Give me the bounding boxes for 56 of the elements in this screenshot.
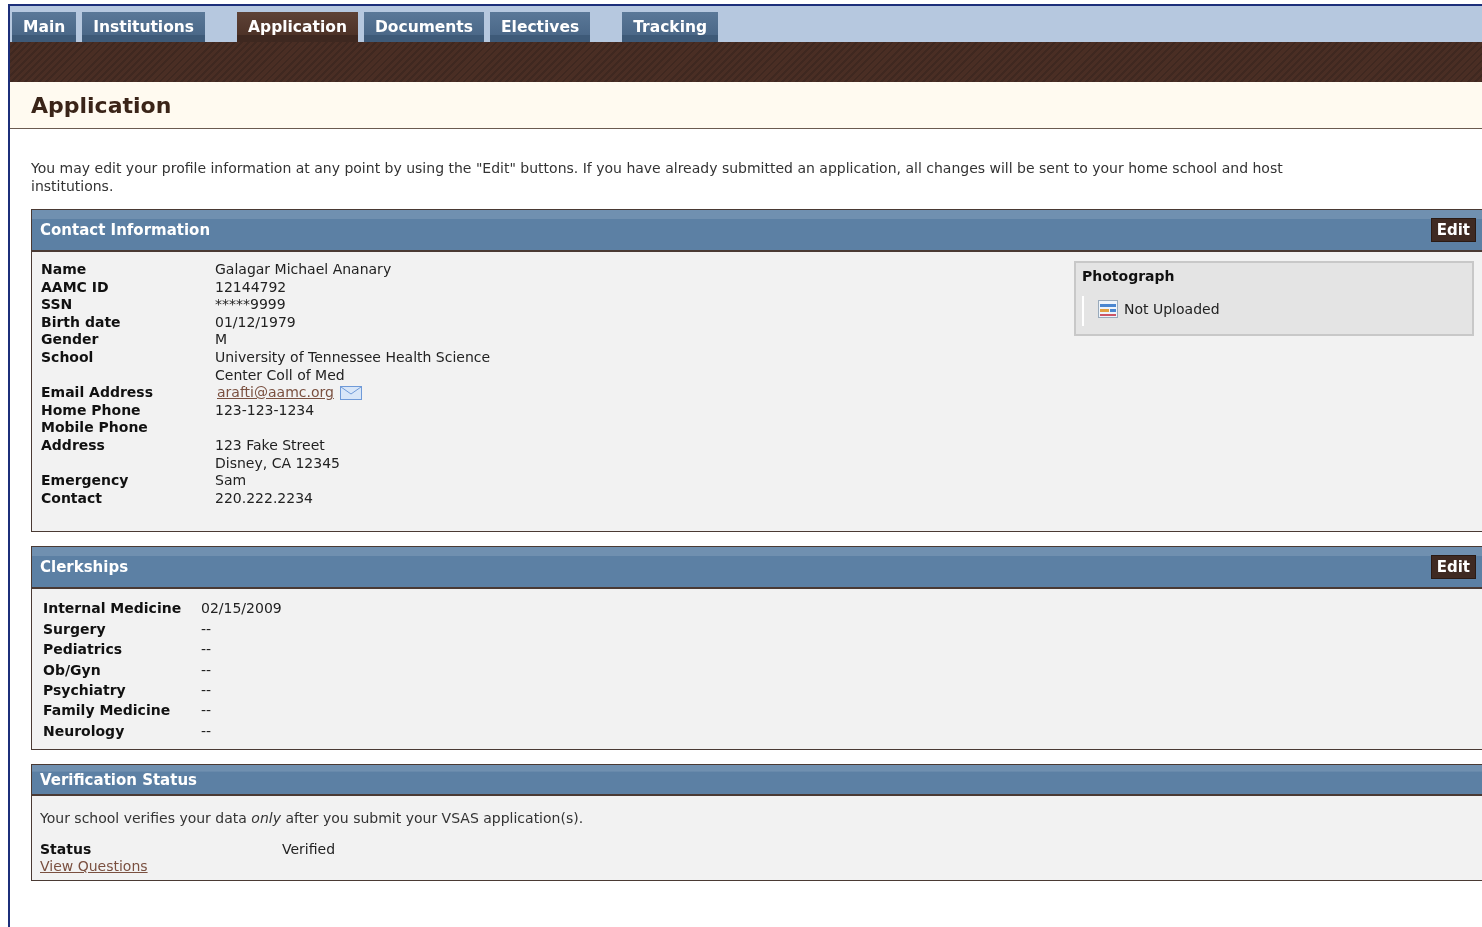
- nav-tab[interactable]: Main: [12, 12, 77, 42]
- nav-tab[interactable]: Documents: [363, 12, 484, 42]
- clerkship-date: --: [201, 619, 213, 639]
- field-value: 12144792: [215, 278, 287, 295]
- nav-tab[interactable]: Tracking: [622, 12, 719, 42]
- status-value: Verified: [282, 840, 336, 859]
- clerkship-name: Ob/Gyn: [43, 660, 102, 680]
- photo-status: Not Uploaded: [1124, 301, 1220, 317]
- field-value: M: [215, 331, 228, 348]
- field-label: Emergency Contact: [41, 472, 129, 506]
- clerkship-name: Internal Medicine: [43, 599, 183, 619]
- page-title: Application: [31, 92, 172, 118]
- email-link[interactable]: arafti@aamc.org: [217, 384, 334, 402]
- field-label: Home Phone: [41, 401, 141, 418]
- clerkship-date: 02/15/2009: [201, 599, 282, 619]
- field-label: Mobile Phone: [41, 419, 148, 436]
- field-value: 123 Fake Street Disney, CA 12345: [215, 436, 340, 471]
- field-label: Email Address: [41, 384, 153, 401]
- edit-button[interactable]: Edit: [1430, 555, 1476, 580]
- view-questions-link[interactable]: View Questions: [40, 858, 148, 875]
- field-label: School: [41, 348, 94, 365]
- field-label: Birth date: [41, 313, 121, 330]
- clerkship-date: --: [201, 701, 213, 721]
- clerkship-name: Family Medicine: [43, 701, 172, 721]
- clerkship-date: --: [201, 721, 213, 741]
- photograph-title: Photograph: [1082, 268, 1176, 284]
- field-label: Gender: [41, 331, 99, 348]
- nav-tab[interactable]: Institutions: [82, 12, 206, 42]
- nav-tab[interactable]: Application: [237, 12, 358, 42]
- mail-icon[interactable]: [339, 385, 362, 400]
- field-value: 01/12/1979: [215, 313, 296, 330]
- clerkship-name: Psychiatry: [43, 680, 127, 700]
- nav-tab[interactable]: Electives: [490, 12, 591, 42]
- field-value: Galagar Michael Ananary: [215, 261, 392, 277]
- clerkship-name: Neurology: [43, 721, 126, 741]
- section-title: Clerkships: [40, 558, 129, 577]
- field-value: University of Tennessee Health Science Center Coll of Med: [215, 348, 491, 383]
- clerkship-date: --: [201, 680, 213, 700]
- verification-note: Your school verifies your data only after you submit your VSAS application(s).: [40, 810, 585, 827]
- edit-button[interactable]: Edit: [1430, 218, 1476, 242]
- section-title: Contact Information: [40, 221, 211, 239]
- intro-text: You may edit your profile information at any point by using the "Edit" buttons. If you have already submitted an application, all changes will be sent to your home school and host institutions.: [31, 159, 1284, 195]
- clerkship-name: Surgery: [43, 619, 107, 639]
- field-value: 123-123-1234: [215, 401, 315, 418]
- clerkship-date: --: [201, 660, 213, 680]
- image-icon: [1098, 300, 1118, 318]
- clerkship-name: Pediatrics: [43, 640, 124, 660]
- clerkship-date: --: [201, 640, 213, 660]
- field-label: SSN: [41, 296, 73, 313]
- section-title: Verification Status: [40, 770, 198, 789]
- field-value: *****9999: [215, 296, 286, 313]
- field-label: Address: [41, 436, 105, 453]
- field-label: AAMC ID: [41, 278, 109, 295]
- field-value: Sam 220.222.2234: [215, 472, 313, 506]
- status-label: Status: [40, 840, 93, 859]
- field-label: Name: [41, 261, 87, 277]
